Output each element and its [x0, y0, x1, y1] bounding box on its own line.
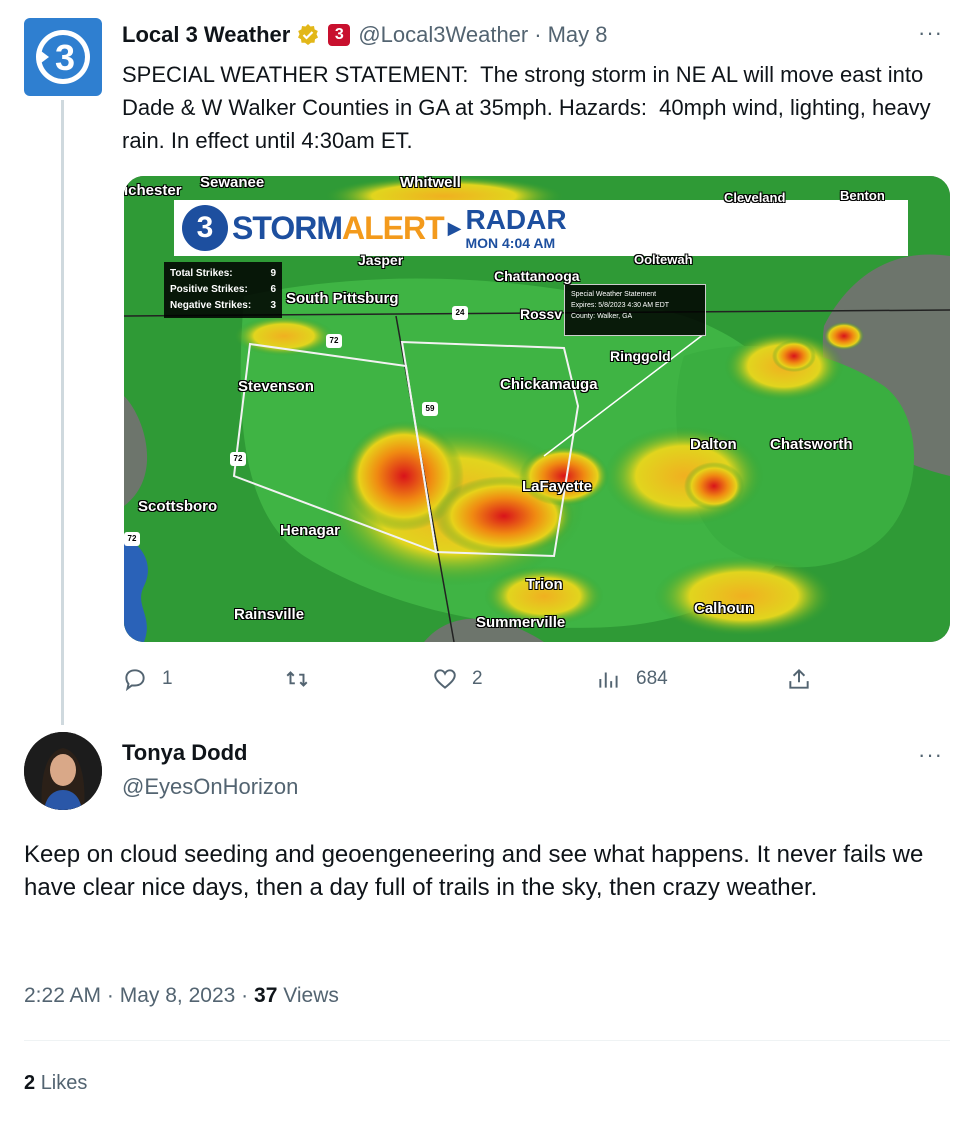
town-label: South Pittsburg [286, 290, 399, 307]
banner-radar: RADAR [465, 204, 567, 235]
strike-label: Negative Strikes: [170, 300, 252, 311]
town-label: Trion [526, 576, 563, 593]
reply-avatar[interactable] [24, 732, 102, 810]
reply-author-name[interactable]: Tonya Dodd [122, 740, 247, 766]
town-label: LaFayette [522, 478, 593, 495]
town-label: Dalton [690, 436, 737, 453]
statement-expires: Expires: 5/8/2023 4:30 AM EDT [571, 302, 670, 309]
likes-count: 2 [24, 1072, 36, 1094]
reply-count: 1 [162, 668, 173, 689]
town-label: Scottsboro [138, 498, 218, 515]
town-label: Cleveland [724, 190, 786, 205]
views-button[interactable]: 684 [596, 666, 668, 692]
reply-button[interactable]: 1 [122, 666, 173, 692]
highway-shield: 72 [124, 532, 140, 546]
like-count: 2 [472, 668, 483, 689]
local3-avatar[interactable]: 3 [24, 18, 102, 96]
statement-title: Special Weather Statement [571, 291, 657, 298]
reply-meta: 2:22 AM · May 8, 2023 · 37 Views [24, 984, 339, 1008]
profile-photo [24, 732, 102, 810]
town-label: Whitwell [400, 176, 461, 191]
view-count: 684 [636, 668, 668, 689]
lightning-strikes-panel: Total Strikes: 9 Positive Strikes: 6 Negat… [164, 262, 282, 318]
strike-value: 6 [270, 284, 276, 295]
likes-label: Likes [40, 1072, 88, 1094]
share-button[interactable] [786, 666, 812, 692]
local3-logo-icon: 3 [36, 30, 90, 84]
svg-text:3: 3 [55, 37, 75, 78]
highway-shield: 72 [326, 334, 342, 348]
separator: · [241, 984, 249, 1007]
strike-value: 9 [270, 268, 276, 279]
author-handle[interactable]: @Local3Weather [358, 22, 528, 48]
tweet-actions: 1 2 684 [122, 662, 822, 698]
thread-line [61, 100, 64, 725]
town-label: Rainsville [234, 606, 305, 623]
highway-shield: 72 [230, 452, 246, 466]
reply-date[interactable]: May 8, 2023 [120, 984, 236, 1007]
reply-time[interactable]: 2:22 AM [24, 984, 101, 1007]
town-label: Ooltewah [634, 252, 693, 267]
town-label: Chatsworth [770, 436, 853, 453]
separator: · [534, 22, 542, 47]
reply-author-handle[interactable]: @EyesOnHorizon [122, 774, 298, 800]
analytics-icon [599, 672, 618, 688]
banner-alert: ALERT [341, 209, 445, 246]
reply-views-label: Views [283, 984, 339, 1007]
reply-text: Keep on cloud seeding and geoengeneering… [24, 841, 924, 901]
author-name[interactable]: Local 3 Weather [122, 22, 290, 48]
town-label: Jasper [358, 252, 404, 268]
statement-county: County: Walker, GA [571, 313, 633, 320]
town-label: Benton [840, 188, 885, 203]
strike-value: 3 [270, 300, 276, 311]
more-options-icon[interactable]: ··· [918, 742, 943, 768]
highway-shield: 24 [452, 306, 468, 320]
radar-image[interactable]: 3 STORM ALERT ▶ RADAR MON 4:04 AM Total … [124, 176, 950, 642]
retweet-button[interactable] [284, 666, 324, 692]
banner-arrow-icon: ▶ [447, 217, 462, 238]
storm-alert-banner: 3 STORM ALERT ▶ RADAR MON 4:04 AM [174, 200, 908, 256]
town-label: Calhoun [694, 600, 754, 617]
town-label: Rossv [520, 306, 563, 322]
town-label: Ringgold [610, 348, 671, 364]
strike-label: Total Strikes: [170, 268, 233, 279]
divider [24, 1040, 950, 1041]
town-label: Sewanee [200, 176, 265, 191]
verified-badge-icon[interactable] [296, 23, 320, 47]
heart-icon [434, 669, 456, 689]
town-label: Stevenson [238, 378, 314, 395]
town-label: ichester [124, 182, 182, 199]
like-button[interactable]: 2 [432, 666, 483, 692]
affiliate-badge-icon[interactable]: 3 [328, 24, 351, 46]
strike-label: Positive Strikes: [170, 284, 248, 295]
share-icon [789, 668, 809, 689]
town-label: Summerville [476, 614, 566, 631]
banner-logo: 3 [182, 205, 228, 251]
tweet-header: Local 3 Weather 3 @Local3Weather · May 8 [122, 20, 608, 50]
reply-icon [125, 669, 145, 692]
retweet-icon [286, 671, 308, 687]
separator: · [106, 984, 114, 1007]
more-options-icon[interactable]: ··· [918, 20, 943, 46]
banner-storm: STORM [232, 209, 343, 246]
reply-views-count: 37 [254, 984, 278, 1007]
special-statement-panel: Special Weather Statement Expires: 5/8/2… [564, 284, 706, 336]
town-label: Chattanooga [494, 268, 580, 284]
tweet-text: SPECIAL WEATHER STATEMENT: The strong st… [122, 62, 937, 153]
reply-likes[interactable]: 2 Likes [24, 1072, 87, 1095]
town-label: Henagar [280, 522, 341, 539]
tweet-date[interactable]: May 8 [548, 22, 608, 48]
banner-time: MON 4:04 AM [465, 235, 556, 251]
town-label: Chickamauga [500, 376, 598, 393]
highway-shield: 59 [422, 402, 438, 416]
